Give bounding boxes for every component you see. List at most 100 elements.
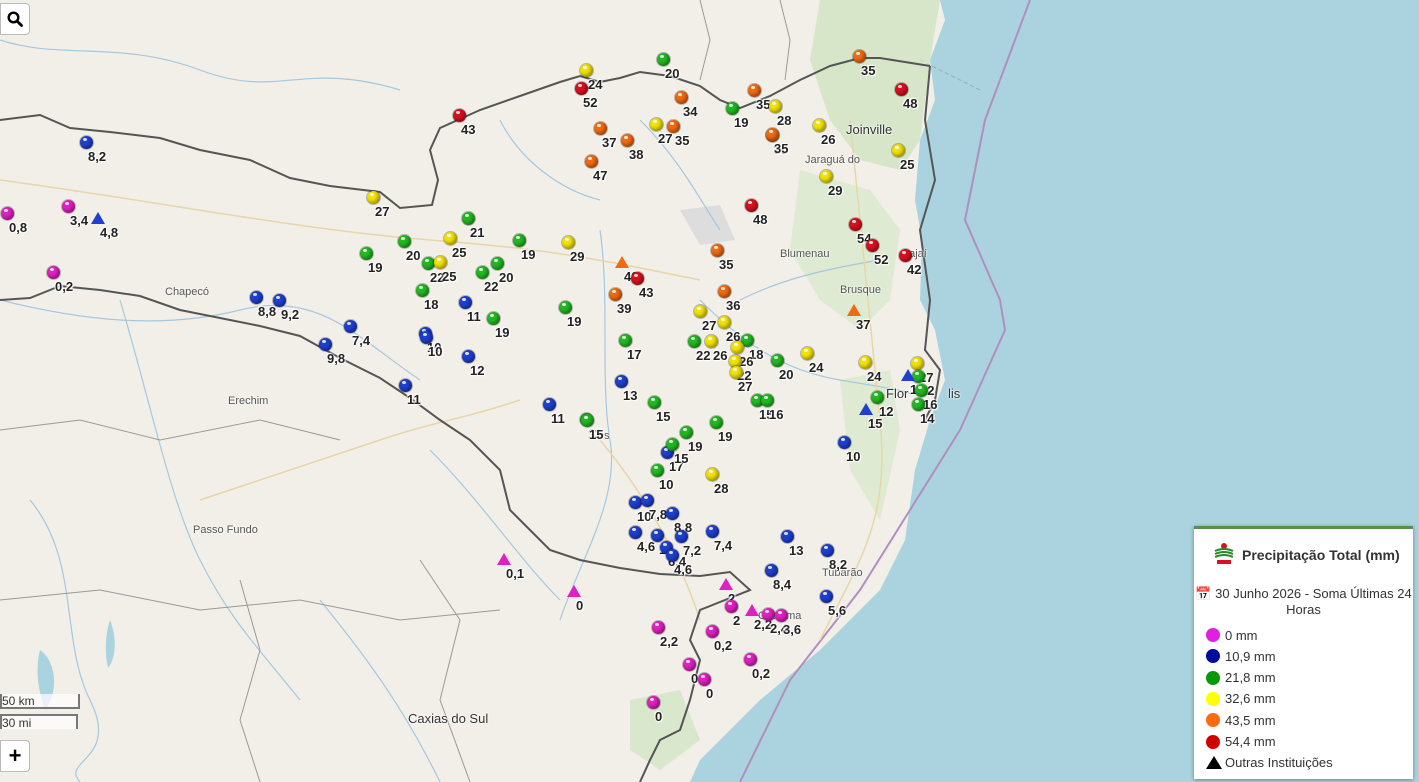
- station-marker[interactable]: [899, 249, 912, 262]
- station-marker[interactable]: [648, 396, 661, 409]
- station-triangle-marker[interactable]: [901, 369, 915, 381]
- station-marker[interactable]: [650, 118, 663, 131]
- station-marker[interactable]: [562, 236, 575, 249]
- station-marker[interactable]: [912, 398, 925, 411]
- station-marker[interactable]: [745, 199, 758, 212]
- station-marker[interactable]: [748, 84, 761, 97]
- station-marker[interactable]: [581, 414, 594, 427]
- station-marker[interactable]: [706, 525, 719, 538]
- station-marker[interactable]: [666, 438, 679, 451]
- station-marker[interactable]: [725, 600, 738, 613]
- station-marker[interactable]: [580, 64, 593, 77]
- zoom-in-button[interactable]: +: [0, 740, 30, 772]
- station-marker[interactable]: [462, 212, 475, 225]
- station-triangle-marker[interactable]: [859, 403, 873, 415]
- station-triangle-marker[interactable]: [745, 604, 759, 616]
- station-marker[interactable]: [706, 468, 719, 481]
- station-marker[interactable]: [619, 334, 632, 347]
- station-marker[interactable]: [769, 100, 782, 113]
- station-marker[interactable]: [666, 549, 679, 562]
- station-marker[interactable]: [801, 347, 814, 360]
- station-marker[interactable]: [641, 494, 654, 507]
- station-marker[interactable]: [344, 320, 357, 333]
- station-marker[interactable]: [744, 653, 757, 666]
- station-marker[interactable]: [657, 53, 670, 66]
- station-marker[interactable]: [853, 50, 866, 63]
- station-marker[interactable]: [710, 416, 723, 429]
- station-marker[interactable]: [694, 305, 707, 318]
- station-marker[interactable]: [629, 526, 642, 539]
- station-marker[interactable]: [718, 285, 731, 298]
- station-marker[interactable]: [422, 257, 435, 270]
- station-marker[interactable]: [781, 530, 794, 543]
- station-marker[interactable]: [652, 621, 665, 634]
- station-marker[interactable]: [892, 144, 905, 157]
- station-marker[interactable]: [319, 338, 332, 351]
- station-marker[interactable]: [476, 266, 489, 279]
- station-marker[interactable]: [718, 316, 731, 329]
- station-marker[interactable]: [615, 375, 628, 388]
- station-marker[interactable]: [594, 122, 607, 135]
- station-marker[interactable]: [462, 350, 475, 363]
- station-marker[interactable]: [866, 239, 879, 252]
- station-marker[interactable]: [559, 301, 572, 314]
- station-marker[interactable]: [667, 120, 680, 133]
- station-marker[interactable]: [434, 256, 447, 269]
- station-marker[interactable]: [895, 83, 908, 96]
- station-marker[interactable]: [666, 507, 679, 520]
- station-marker[interactable]: [250, 291, 263, 304]
- station-marker[interactable]: [47, 266, 60, 279]
- station-marker[interactable]: [543, 398, 556, 411]
- station-marker[interactable]: [766, 128, 779, 141]
- station-triangle-marker[interactable]: [847, 304, 861, 316]
- station-marker[interactable]: [731, 341, 744, 354]
- station-triangle-marker[interactable]: [719, 578, 733, 590]
- station-marker[interactable]: [360, 247, 373, 260]
- station-marker[interactable]: [859, 356, 872, 369]
- station-triangle-marker[interactable]: [615, 256, 629, 268]
- station-marker[interactable]: [726, 102, 739, 115]
- station-marker[interactable]: [871, 391, 884, 404]
- station-marker[interactable]: [575, 82, 588, 95]
- station-marker[interactable]: [444, 232, 457, 245]
- station-marker[interactable]: [513, 234, 526, 247]
- search-button[interactable]: [0, 3, 30, 35]
- station-triangle-marker[interactable]: [91, 212, 105, 224]
- station-marker[interactable]: [585, 155, 598, 168]
- station-marker[interactable]: [621, 134, 634, 147]
- station-marker[interactable]: [730, 366, 743, 379]
- station-marker[interactable]: [706, 625, 719, 638]
- station-marker[interactable]: [416, 284, 429, 297]
- station-marker[interactable]: [491, 257, 504, 270]
- station-marker[interactable]: [273, 294, 286, 307]
- station-marker[interactable]: [629, 496, 642, 509]
- station-triangle-marker[interactable]: [497, 553, 511, 565]
- station-marker[interactable]: [420, 331, 433, 344]
- station-marker[interactable]: [683, 658, 696, 671]
- station-marker[interactable]: [813, 119, 826, 132]
- station-marker[interactable]: [849, 218, 862, 231]
- station-marker[interactable]: [680, 426, 693, 439]
- station-marker[interactable]: [821, 544, 834, 557]
- station-marker[interactable]: [487, 312, 500, 325]
- station-marker[interactable]: [820, 170, 833, 183]
- station-marker[interactable]: [711, 244, 724, 257]
- station-triangle-marker[interactable]: [567, 585, 581, 597]
- station-marker[interactable]: [631, 272, 644, 285]
- station-marker[interactable]: [688, 335, 701, 348]
- station-marker[interactable]: [771, 354, 784, 367]
- station-marker[interactable]: [398, 235, 411, 248]
- station-marker[interactable]: [609, 288, 622, 301]
- station-marker[interactable]: [765, 564, 778, 577]
- station-marker[interactable]: [775, 609, 788, 622]
- station-marker[interactable]: [453, 109, 466, 122]
- station-marker[interactable]: [698, 673, 711, 686]
- station-marker[interactable]: [915, 384, 928, 397]
- station-marker[interactable]: [838, 436, 851, 449]
- station-marker[interactable]: [367, 191, 380, 204]
- station-marker[interactable]: [62, 200, 75, 213]
- station-marker[interactable]: [399, 379, 412, 392]
- station-marker[interactable]: [761, 394, 774, 407]
- station-marker[interactable]: [1, 207, 14, 220]
- station-marker[interactable]: [647, 696, 660, 709]
